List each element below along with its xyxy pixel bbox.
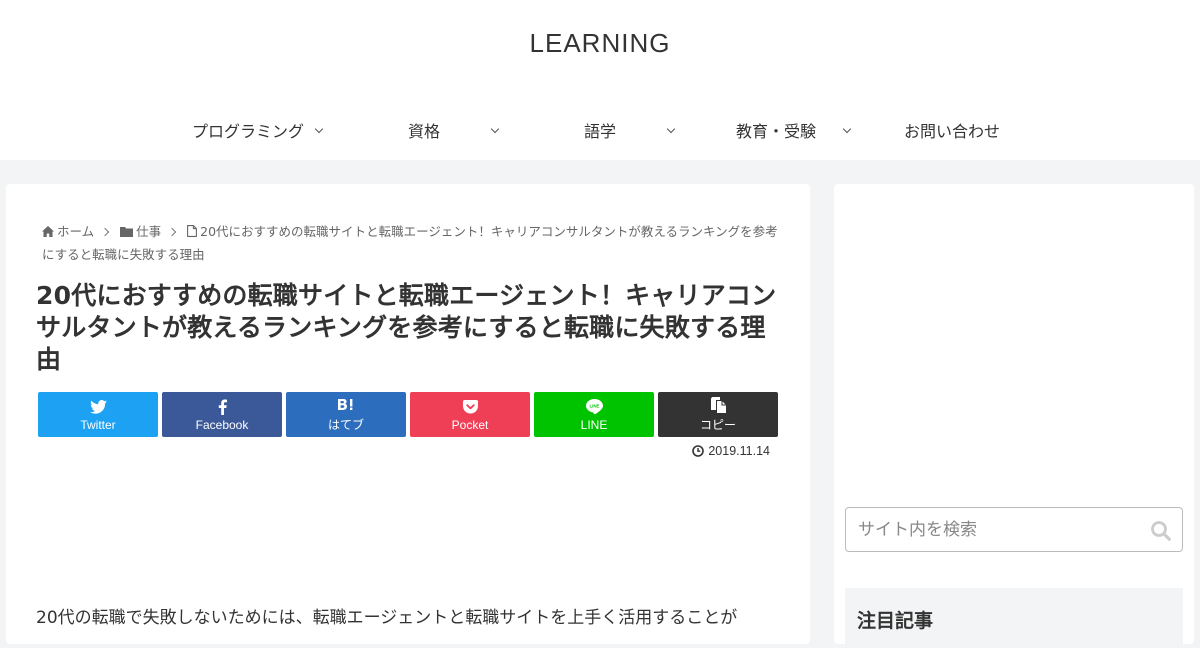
breadcrumb-category[interactable]: 仕事	[120, 224, 161, 239]
chevron-right-icon	[100, 227, 110, 237]
nav-item-qualification[interactable]: 資格	[336, 106, 512, 154]
nav-item-label: 教育・受験	[735, 122, 816, 141]
post-date-value: 2019.11.14	[708, 444, 770, 458]
nav-item-label: プログラミング	[191, 122, 304, 141]
folder-icon	[120, 227, 134, 237]
breadcrumb: ホーム 仕事 20代におすすめの転職サイトと転職エージェント！キャリアコンサルタント…	[42, 220, 778, 266]
breadcrumb-home[interactable]: ホーム	[42, 224, 94, 239]
chevron-down-icon	[492, 124, 498, 135]
chevron-down-icon	[844, 124, 850, 135]
search-icon[interactable]	[1150, 520, 1172, 542]
line-icon: LINE	[585, 399, 603, 414]
share-buttons: Twitter Facebook はてブ Pocket LINE LINE コピ…	[38, 392, 778, 437]
facebook-icon	[218, 399, 227, 415]
post-date: 2019.11.14	[692, 444, 770, 458]
breadcrumb-category-label: 仕事	[136, 224, 162, 239]
article-title: 20代におすすめの転職サイトと転職エージェント！キャリアコンサルタントが教えるラ…	[36, 281, 777, 374]
share-line-button[interactable]: LINE LINE	[534, 392, 654, 437]
site-header: LEARNING プログラミング 資格 語学 教育・受験 お問い合わせ	[0, 0, 1200, 160]
main-content: ホーム 仕事 20代におすすめの転職サイトと転職エージェント！キャリアコンサルタント…	[6, 184, 810, 644]
share-label: はてブ	[327, 418, 364, 432]
global-navigation: プログラミング 資格 語学 教育・受験 お問い合わせ	[160, 106, 1040, 154]
clock-icon	[692, 445, 705, 457]
nav-item-programming[interactable]: プログラミング	[160, 106, 336, 154]
share-label: Pocket	[451, 417, 489, 432]
breadcrumb-home-label: ホーム	[57, 224, 95, 239]
chevron-down-icon	[316, 124, 322, 135]
widget-title: 注目記事	[857, 610, 934, 632]
copy-icon	[710, 397, 726, 413]
share-facebook-button[interactable]: Facebook	[162, 392, 282, 437]
nav-item-label: お問い合わせ	[903, 122, 1000, 141]
nav-item-label: 資格	[407, 122, 440, 141]
home-icon	[42, 226, 54, 237]
featured-articles-widget: 注目記事	[845, 588, 1183, 648]
pocket-icon	[462, 399, 478, 413]
chevron-down-icon	[668, 124, 674, 135]
share-copy-button[interactable]: コピー	[658, 392, 778, 437]
share-pocket-button[interactable]: Pocket	[410, 392, 530, 437]
article-lead-text: 20代の転職で失敗しないためには、転職エージェントと転職サイトを上手く活用するこ…	[36, 608, 738, 628]
twitter-icon	[89, 399, 107, 414]
nav-item-label: 語学	[583, 122, 616, 141]
svg-text:LINE: LINE	[589, 404, 599, 409]
chevron-right-icon	[167, 227, 177, 237]
sidebar: 注目記事	[834, 184, 1194, 648]
share-label: LINE	[580, 417, 608, 432]
share-label: コピー	[699, 418, 736, 432]
search-box	[845, 507, 1183, 552]
share-label: Twitter	[80, 417, 116, 432]
search-input[interactable]	[846, 508, 1136, 551]
hatena-bookmark-icon	[338, 399, 353, 410]
share-twitter-button[interactable]: Twitter	[38, 392, 158, 437]
site-title[interactable]: LEARNING	[0, 28, 1200, 59]
share-label: Facebook	[195, 417, 249, 432]
file-icon	[187, 225, 198, 237]
share-hatena-button[interactable]: はてブ	[286, 392, 406, 437]
nav-item-language[interactable]: 語学	[512, 106, 688, 154]
nav-item-education[interactable]: 教育・受験	[688, 106, 864, 154]
nav-item-contact[interactable]: お問い合わせ	[864, 106, 1040, 154]
